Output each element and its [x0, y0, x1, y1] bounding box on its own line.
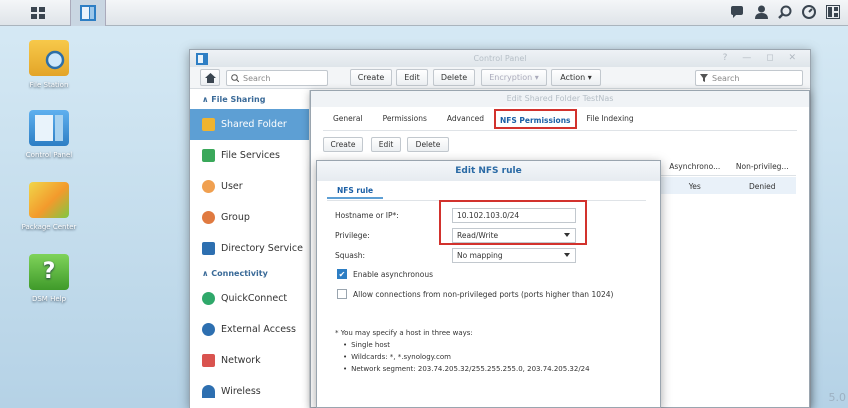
- taskbar-control-panel[interactable]: [70, 0, 106, 26]
- chevron-up-icon: ∧: [202, 269, 209, 278]
- filter-search-input[interactable]: Search: [695, 70, 803, 86]
- cell-async: Yes: [688, 182, 701, 191]
- table-row[interactable]: Yes Denied: [661, 177, 796, 194]
- sidebar-item-external-access[interactable]: External Access: [190, 314, 309, 345]
- create-button[interactable]: Create: [350, 69, 392, 86]
- tab-nfs-rule[interactable]: NFS rule: [327, 182, 384, 199]
- home-button[interactable]: [200, 69, 220, 86]
- dialog-title[interactable]: Edit Shared Folder TestNas: [311, 91, 809, 107]
- dialog-tabs: General Permissions Advanced NFS Permiss…: [323, 109, 644, 129]
- grid-icon: [31, 7, 45, 19]
- sidebar-item-group[interactable]: Group: [190, 202, 309, 233]
- group-icon: [202, 211, 215, 224]
- privilege-select[interactable]: Read/Write: [452, 228, 576, 243]
- window-controls[interactable]: ? — ◻ ✕: [723, 50, 802, 67]
- column-header-non-privileged[interactable]: Non-privileg...: [729, 157, 797, 175]
- privilege-label: Privilege:: [335, 231, 370, 240]
- taskbar: [0, 0, 848, 26]
- note-item: Single host: [343, 339, 590, 351]
- note-item: Wildcards: *, *.synology.com: [343, 351, 590, 363]
- sidebar-item-quickconnect[interactable]: QuickConnect: [190, 283, 309, 314]
- action-dropdown[interactable]: Action ▾: [551, 69, 601, 86]
- desktop-icon-package-center[interactable]: Package Center: [14, 182, 84, 232]
- file-services-icon: [202, 149, 215, 162]
- chat-icon[interactable]: [728, 3, 746, 21]
- non-privileged-ports-checkbox[interactable]: [337, 289, 347, 299]
- search-icon: [231, 74, 239, 82]
- sidebar-item-directory-service[interactable]: Directory Service: [190, 233, 309, 264]
- edit-button[interactable]: Edit: [396, 69, 428, 86]
- sidebar-item-file-services[interactable]: File Services: [190, 140, 309, 171]
- directory-icon: [202, 242, 215, 255]
- desktop-icon-control-panel[interactable]: Control Panel: [14, 110, 84, 160]
- toolbar: Search Create Edit Delete Encryption ▾ A…: [190, 67, 810, 89]
- edit-nfs-rule-dialog: Edit NFS rule NFS rule Hostname or IP*: …: [316, 160, 661, 408]
- desktop-icon-file-station[interactable]: File Station: [14, 40, 84, 90]
- squash-label: Squash:: [335, 251, 366, 260]
- tab-advanced[interactable]: Advanced: [437, 109, 494, 129]
- chevron-down-icon: [564, 253, 570, 257]
- tab-nfs-permissions[interactable]: NFS Permissions: [493, 109, 577, 129]
- sidebar-section-file-sharing[interactable]: ∧ File Sharing: [190, 90, 309, 109]
- control-panel-icon: [80, 5, 96, 21]
- async-checkbox[interactable]: ✔: [337, 269, 347, 279]
- sidebar-item-wireless[interactable]: Wireless: [190, 376, 309, 407]
- dsm-version-watermark: 5.0: [828, 391, 847, 404]
- home-icon: [204, 72, 216, 83]
- window-titlebar[interactable]: Control Panel ? — ◻ ✕: [190, 50, 810, 67]
- column-header-async[interactable]: Asynchrono...: [661, 157, 729, 175]
- host-format-note: * You may specify a host in three ways: …: [335, 329, 590, 375]
- sidebar-section-connectivity[interactable]: ∧ Connectivity: [190, 264, 309, 283]
- nfs-create-button[interactable]: Create: [323, 137, 363, 152]
- filter-icon: [700, 74, 708, 82]
- tab-file-indexing[interactable]: File Indexing: [577, 109, 644, 129]
- nfs-edit-button[interactable]: Edit: [371, 137, 401, 152]
- cell-non-privileged: Denied: [748, 182, 776, 191]
- control-panel-icon: [196, 53, 208, 65]
- hostname-label: Hostname or IP*:: [335, 211, 399, 220]
- chevron-up-icon: ∧: [202, 95, 209, 104]
- user-icon[interactable]: [752, 3, 770, 21]
- nfs-table-header: Asynchrono... Non-privileg...: [661, 157, 796, 176]
- delete-button[interactable]: Delete: [433, 69, 475, 86]
- globe-icon: [202, 323, 215, 336]
- folder-icon: [202, 118, 215, 131]
- note-item: Network segment: 203.74.205.32/255.255.2…: [343, 363, 589, 375]
- tab-divider: [323, 130, 797, 131]
- user-icon: [202, 180, 215, 193]
- widgets-icon[interactable]: [824, 3, 842, 21]
- wifi-icon: [202, 385, 215, 398]
- sidebar-item-network[interactable]: Network: [190, 345, 309, 376]
- sidebar-search-input[interactable]: Search: [226, 70, 328, 86]
- note-title: * You may specify a host in three ways:: [335, 329, 473, 337]
- squash-select[interactable]: No mapping: [452, 248, 576, 263]
- network-icon: [202, 354, 215, 367]
- control-panel-icon: [29, 110, 69, 146]
- dashboard-icon[interactable]: [800, 3, 818, 21]
- chevron-down-icon: [564, 233, 570, 237]
- window-title: Control Panel: [473, 54, 527, 63]
- quickconnect-icon: [202, 292, 215, 305]
- nfs-dialog-title[interactable]: Edit NFS rule: [317, 161, 660, 181]
- desktop-icon-dsm-help[interactable]: ? DSM Help: [14, 254, 84, 304]
- main-menu-button[interactable]: [20, 0, 56, 26]
- non-privileged-ports-label: Allow connections from non-privileged po…: [353, 290, 614, 299]
- hostname-input[interactable]: 10.102.103.0/24: [452, 208, 576, 223]
- folder-icon: [29, 40, 69, 76]
- nfs-delete-button[interactable]: Delete: [407, 137, 449, 152]
- sidebar-item-shared-folder[interactable]: Shared Folder: [190, 109, 309, 140]
- help-icon: ?: [29, 254, 69, 290]
- shopping-bag-icon: [29, 182, 69, 218]
- sidebar-item-user[interactable]: User: [190, 171, 309, 202]
- encryption-dropdown[interactable]: Encryption ▾: [481, 69, 547, 86]
- search-icon[interactable]: [776, 3, 794, 21]
- tab-general[interactable]: General: [323, 109, 373, 129]
- sidebar: ∧ File Sharing Shared Folder File Servic…: [190, 90, 310, 408]
- tab-permissions[interactable]: Permissions: [373, 109, 437, 129]
- async-label: Enable asynchronous: [353, 270, 434, 279]
